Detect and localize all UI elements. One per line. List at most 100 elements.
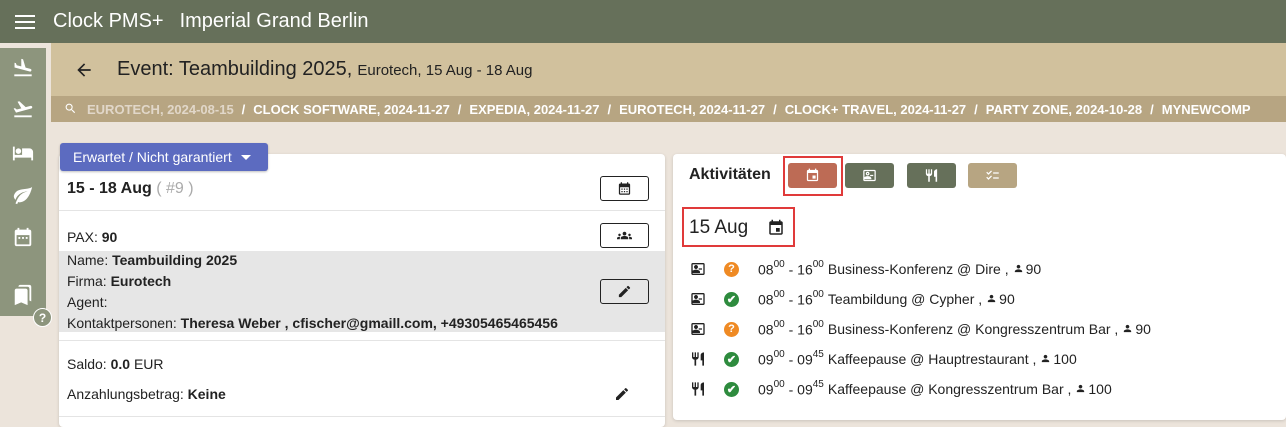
hotel-name[interactable]: Imperial Grand Berlin [180, 10, 369, 33]
restaurant-icon [689, 380, 707, 398]
activity-time: 0800 - 1600 [758, 258, 824, 278]
activity-title: Kaffeepause @ Hauptrestaurant , [827, 351, 1037, 367]
breadcrumb-separator: / [1150, 101, 1154, 117]
arrivals-nav-icon[interactable] [0, 51, 46, 85]
tab-conference[interactable] [845, 163, 894, 188]
person-icon [1013, 263, 1025, 275]
activity-title: Business-Konferenz @ Kongresszentrum Bar… [827, 321, 1119, 337]
breadcrumb-item[interactable]: EUROTECH, 2024-11-27 [619, 102, 765, 117]
pax-field: PAX: 90 [67, 229, 118, 245]
divider [59, 210, 665, 211]
activity-row[interactable]: ? 0800 - 1600 Business-Konferenz @ Kongres… [689, 319, 1151, 339]
confirmed-status-icon: ✔ [724, 381, 739, 397]
bookmarks-nav-icon[interactable] [0, 278, 46, 312]
event-reference: ( #9 ) [156, 180, 194, 197]
breadcrumb-item[interactable]: EXPEDIA, 2024-11-27 [469, 102, 599, 117]
back-arrow-icon[interactable] [73, 59, 95, 81]
edit-guests-button[interactable] [600, 223, 649, 248]
activity-row[interactable]: ? 0800 - 1600 Business-Konferenz @ Dire , 9… [689, 259, 1041, 279]
activity-row[interactable]: ✔ 0900 - 0945 Kaffeepause @ Kongresszentru… [689, 379, 1112, 399]
activity-time: 0900 - 0945 [758, 348, 824, 368]
change-dates-button[interactable] [600, 176, 649, 201]
activity-pax: 90 [999, 291, 1015, 307]
edit-company-button[interactable] [600, 279, 649, 304]
breadcrumb-separator: / [607, 101, 612, 117]
activities-title: Aktivitäten [689, 166, 771, 183]
confirmed-status-icon: ✔ [724, 291, 739, 307]
divider [59, 340, 665, 341]
breadcrumb-separator: / [241, 101, 246, 117]
breadcrumb-item[interactable]: MYNEWCOMP [1162, 102, 1251, 117]
recent-events-breadcrumb: EUROTECH, 2024-08-15 / CLOCK SOFTWARE, 2… [51, 96, 1286, 122]
deposit-field: Anzahlungsbetrag: Keine [67, 386, 226, 402]
top-app-bar: Clock PMS+ Imperial Grand Berlin [0, 0, 1286, 43]
edit-deposit-pencil-icon[interactable] [614, 386, 632, 404]
selected-date: 15 Aug [689, 217, 749, 238]
activity-time: 0800 - 1600 [758, 318, 824, 338]
leaf-icon [13, 186, 33, 205]
event-dates: 15 - 18 Aug ( #9 ) [67, 180, 194, 197]
tab-calendar[interactable] [788, 163, 837, 188]
pending-status-icon: ? [724, 261, 739, 277]
activity-pax: 90 [1025, 261, 1042, 277]
side-navigation [0, 48, 46, 316]
activity-row[interactable]: ✔ 0800 - 1600 Teambildung @ Cypher , 90 [689, 289, 1015, 309]
help-icon[interactable]: ? [33, 308, 52, 327]
reservation-status-dropdown[interactable]: Erwartet / Nicht garantiert [60, 143, 268, 171]
app-title: Clock PMS+ [53, 10, 164, 32]
activity-pax: 100 [1088, 381, 1112, 397]
divider [59, 416, 665, 417]
departures-nav-icon[interactable] [0, 92, 46, 126]
spa-nav-icon[interactable] [0, 178, 46, 212]
tab-restaurant[interactable] [907, 163, 956, 188]
calendar-icon [618, 182, 631, 195]
restaurant-icon [925, 169, 938, 182]
person-icon [1075, 383, 1087, 395]
breadcrumb-item[interactable]: PARTY ZONE, 2024-10-28 [986, 102, 1142, 117]
person-icon [1122, 323, 1134, 335]
event-title: Event: Teambuilding 2025, Eurotech, 15 Au… [117, 58, 533, 80]
presenter-icon [863, 169, 876, 182]
activity-pax: 90 [1135, 321, 1151, 337]
calendar-icon [14, 227, 32, 247]
breadcrumb-item[interactable]: CLOCK+ TRAVEL, 2024-11-27 [785, 102, 966, 117]
flight-takeoff-icon [13, 101, 33, 118]
saldo-field: Saldo: 0.0 EUR [67, 356, 164, 372]
presenter-icon [689, 320, 707, 338]
hamburger-menu-icon[interactable] [0, 0, 50, 43]
event-details-card: 15 - 18 Aug ( #9 ) PAX: 90 Name: Teambui… [59, 154, 665, 427]
presenter-icon [689, 290, 707, 308]
events-nav-icon[interactable] [0, 220, 46, 254]
confirmed-status-icon: ✔ [724, 351, 739, 367]
agent-field: Agent: [67, 294, 108, 310]
search-icon[interactable] [64, 102, 78, 116]
restaurant-icon [689, 350, 707, 368]
name-field: Name: Teambuilding 2025 [67, 252, 238, 268]
caret-down-icon [240, 154, 251, 160]
breadcrumb-separator: / [974, 101, 978, 117]
activity-title: Business-Konferenz @ Dire , [827, 261, 1009, 277]
contact-persons-field: Kontaktpersonen: Theresa Weber , cfische… [67, 315, 558, 331]
activity-title: Kaffeepause @ Kongresszentrum Bar , [827, 381, 1072, 397]
activity-row[interactable]: ✔ 0900 - 0945 Kaffeepause @ Hauptrestauran… [689, 349, 1077, 369]
firma-field: Firma: Eurotech [67, 273, 172, 289]
group-icon [617, 231, 632, 240]
date-picker-icon[interactable] [767, 219, 787, 239]
bookmarks-icon [14, 284, 32, 306]
tab-checklist[interactable] [968, 163, 1017, 188]
activity-title: Teambildung @ Cypher , [827, 291, 983, 307]
pending-status-icon: ? [724, 321, 739, 337]
presenter-icon [689, 260, 707, 278]
breadcrumb-separator: / [457, 101, 462, 117]
event-subtitle: Eurotech, 15 Aug - 18 Aug [357, 62, 533, 79]
activity-pax: 100 [1053, 351, 1077, 367]
pencil-icon [618, 285, 631, 298]
person-icon [1040, 353, 1052, 365]
breadcrumb-item[interactable]: EUROTECH, 2024-08-15 [87, 102, 234, 117]
rooms-nav-icon[interactable] [0, 136, 46, 170]
activity-time: 0800 - 1600 [758, 288, 824, 308]
person-icon [986, 293, 998, 305]
flight-land-icon [14, 58, 32, 77]
activity-time: 0900 - 0945 [758, 378, 824, 398]
breadcrumb-item[interactable]: CLOCK SOFTWARE, 2024-11-27 [253, 102, 450, 117]
